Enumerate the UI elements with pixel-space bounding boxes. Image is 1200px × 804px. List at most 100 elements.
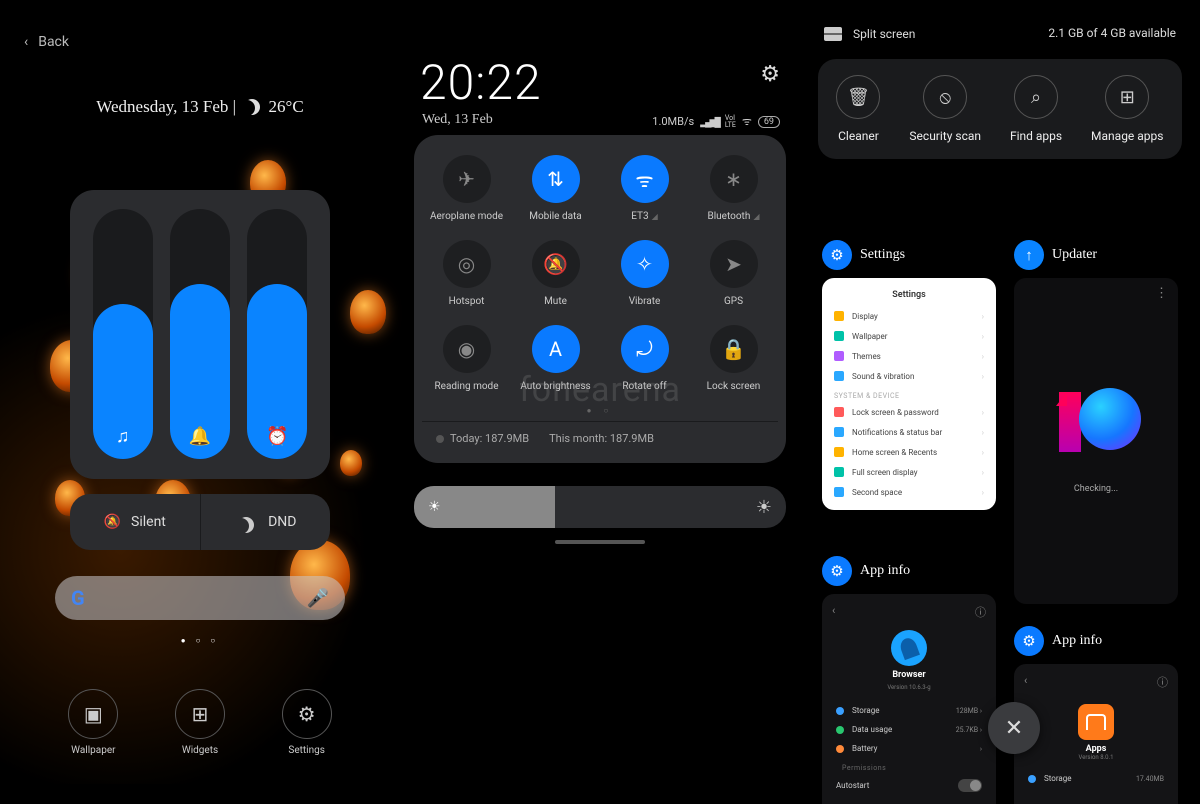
gear-icon: ⚙ xyxy=(822,240,852,270)
recents-card-appinfo-browser[interactable]: ⚙ App info ‹ⓘ Browser Version 10.6.3-g S… xyxy=(822,556,996,804)
recents-card-settings[interactable]: ⚙ Settings Settings Display›Wallpaper›Th… xyxy=(822,240,996,510)
google-logo-icon: G xyxy=(71,586,85,610)
qs-toggle-vibrate[interactable]: ✧ Vibrate xyxy=(600,234,689,313)
google-search-bar[interactable]: G 🎤 xyxy=(55,576,345,620)
settings-row[interactable]: Themes› xyxy=(822,346,996,366)
qs-clock: 20:22 xyxy=(420,54,542,111)
tool-find-apps[interactable]: ⌕Find apps xyxy=(1010,75,1062,143)
qs-toggle-reading-mode[interactable]: ◉ Reading mode xyxy=(422,319,511,398)
home-date: Wednesday, 13 Feb xyxy=(96,97,228,116)
more-menu-button[interactable]: ⋮ xyxy=(1155,286,1168,301)
dock-widgets[interactable]: ⊞ Widgets xyxy=(175,689,225,756)
settings-row[interactable]: Full screen display› xyxy=(822,462,996,482)
dock-settings[interactable]: ⚙ Settings xyxy=(282,689,332,756)
tool-cleaner[interactable]: 🗑Cleaner xyxy=(836,75,880,143)
qs-toggle-aeroplane-mode[interactable]: ✈ Aeroplane mode xyxy=(422,149,511,228)
settings-row[interactable]: Lock screen & password› xyxy=(822,402,996,422)
settings-row[interactable]: Display› xyxy=(822,306,996,326)
toggle-icon: ✧ xyxy=(621,240,669,288)
back-icon[interactable]: ‹ xyxy=(832,604,835,620)
ring-volume-slider[interactable]: 🔔 xyxy=(170,209,230,459)
volume-panel: ♫ 🔔 ⏰ xyxy=(70,190,330,479)
qs-toggle-auto-brightness[interactable]: A Auto brightness xyxy=(511,319,600,398)
toggle-icon: ◎ xyxy=(443,240,491,288)
dnd-button[interactable]: DND xyxy=(201,494,331,550)
silent-button[interactable]: 🔕 Silent xyxy=(70,494,201,550)
split-screen-button[interactable]: Split screen xyxy=(824,24,915,41)
tool-icon: 🗑 xyxy=(836,75,880,119)
sound-mode-row: 🔕 Silent DND xyxy=(70,494,330,550)
qs-toggle-hotspot[interactable]: ◎ Hotspot xyxy=(422,234,511,313)
bell-off-icon: 🔕 xyxy=(104,514,121,530)
dnd-label: DND xyxy=(268,514,296,530)
clear-all-button[interactable]: ✕ xyxy=(988,702,1040,754)
quick-settings-panel: ✈ Aeroplane mode⇅ Mobile dataᯤ ET3◢∗ Blu… xyxy=(414,135,786,463)
settings-row[interactable]: Notifications & status bar› xyxy=(822,422,996,442)
appinfo-row[interactable]: Battery › xyxy=(830,739,988,758)
tool-security-scan[interactable]: ⦸Security scan xyxy=(909,75,981,143)
status-bar: 1.0MB/s VoILTE ᯤ 69 xyxy=(652,114,780,129)
qs-toggle-mobile-data[interactable]: ⇅ Mobile data xyxy=(511,149,600,228)
recents-toolbar: 🗑Cleaner ⦸Security scan ⌕Find apps ⊞Manage … xyxy=(818,59,1182,159)
qs-toggle-lock-screen[interactable]: 🔒 Lock screen xyxy=(689,319,778,398)
grid-icon: ⊞ xyxy=(192,702,209,726)
moon-icon xyxy=(244,99,260,115)
qs-toggle-gps[interactable]: ➤ GPS xyxy=(689,234,778,313)
toggle-icon: ➤ xyxy=(710,240,758,288)
volte-icon: VoILTE xyxy=(725,115,736,129)
app-version: Version 10.6.3-g xyxy=(887,684,930,691)
sun-low-icon: ☀ xyxy=(428,499,441,515)
music-icon: ♫ xyxy=(116,426,130,447)
dock-wallpaper[interactable]: ▣ Wallpaper xyxy=(68,689,118,756)
brightness-slider[interactable]: ☀ ☀︎ xyxy=(414,486,786,528)
info-icon[interactable]: ⓘ xyxy=(1157,674,1168,690)
toggle-icon: ⇅ xyxy=(532,155,580,203)
silent-label: Silent xyxy=(131,514,166,530)
alarm-volume-slider[interactable]: ⏰ xyxy=(247,209,307,459)
settings-row[interactable]: Sound & vibration› xyxy=(822,366,996,386)
tool-icon: ⦸ xyxy=(923,75,967,119)
toggle-switch[interactable] xyxy=(958,779,982,792)
qs-toggle-et3[interactable]: ᯤ ET3◢ xyxy=(600,149,689,228)
tool-manage-apps[interactable]: ⊞Manage apps xyxy=(1091,75,1163,143)
back-icon[interactable]: ‹ xyxy=(1024,674,1027,690)
toggle-icon: ⤾ xyxy=(621,325,669,373)
recents-card-updater[interactable]: ↑ Updater ⋮ Checking... xyxy=(1014,240,1178,604)
nav-gesture-pill[interactable] xyxy=(555,540,645,544)
back-button[interactable]: ‹ Back xyxy=(24,34,69,50)
settings-heading: Settings xyxy=(822,286,996,306)
miui10-logo xyxy=(1051,388,1141,458)
alarm-icon: ⏰ xyxy=(266,426,288,447)
app-name: Apps xyxy=(1086,744,1107,754)
qs-data-usage[interactable]: Today: 187.9MB This month: 187.9MB xyxy=(422,421,778,455)
qs-toggle-bluetooth[interactable]: ∗ Bluetooth◢ xyxy=(689,149,778,228)
appinfo-row[interactable]: Storage128MB › xyxy=(830,701,988,720)
autostart-row[interactable]: Autostart xyxy=(830,774,988,797)
qs-toggle-rotate-off[interactable]: ⤾ Rotate off xyxy=(600,319,689,398)
qs-settings-button[interactable]: ⚙ xyxy=(760,62,780,87)
gear-icon: ⚙ xyxy=(822,556,852,586)
settings-row[interactable]: Second space› xyxy=(822,482,996,502)
sun-high-icon: ☀︎ xyxy=(756,497,772,518)
appinfo-row[interactable]: Data usage25.7KB › xyxy=(830,720,988,739)
battery-badge: 69 xyxy=(758,116,780,128)
apps-app-icon xyxy=(1078,704,1114,740)
media-volume-slider[interactable]: ♫ xyxy=(93,209,153,459)
wifi-icon: ᯤ xyxy=(742,114,752,129)
info-icon[interactable]: ⓘ xyxy=(975,604,986,620)
home-page-indicator: ● ○ ○ xyxy=(0,636,400,645)
image-icon: ▣ xyxy=(84,702,103,726)
recents-card-appinfo-apps[interactable]: ⚙ App info ‹ⓘ Apps Version 8.0.1 Storage… xyxy=(1014,626,1178,804)
qs-toggle-mute[interactable]: 🔕 Mute xyxy=(511,234,600,313)
status-netspeed: 1.0MB/s xyxy=(652,115,694,128)
toggle-icon: ᯤ xyxy=(621,155,669,203)
browser-app-icon xyxy=(891,630,927,666)
storage-row[interactable]: Storage 17.40MB xyxy=(1022,769,1170,788)
toggle-icon: 🔒 xyxy=(710,325,758,373)
settings-row[interactable]: Wallpaper› xyxy=(822,326,996,346)
home-date-weather: Wednesday, 13 Feb | 26°C xyxy=(0,96,400,117)
mic-icon[interactable]: 🎤 xyxy=(307,588,329,609)
data-month: This month: 187.9MB xyxy=(549,432,654,445)
settings-row[interactable]: Home screen & Recents› xyxy=(822,442,996,462)
toggle-icon: 🔕 xyxy=(532,240,580,288)
